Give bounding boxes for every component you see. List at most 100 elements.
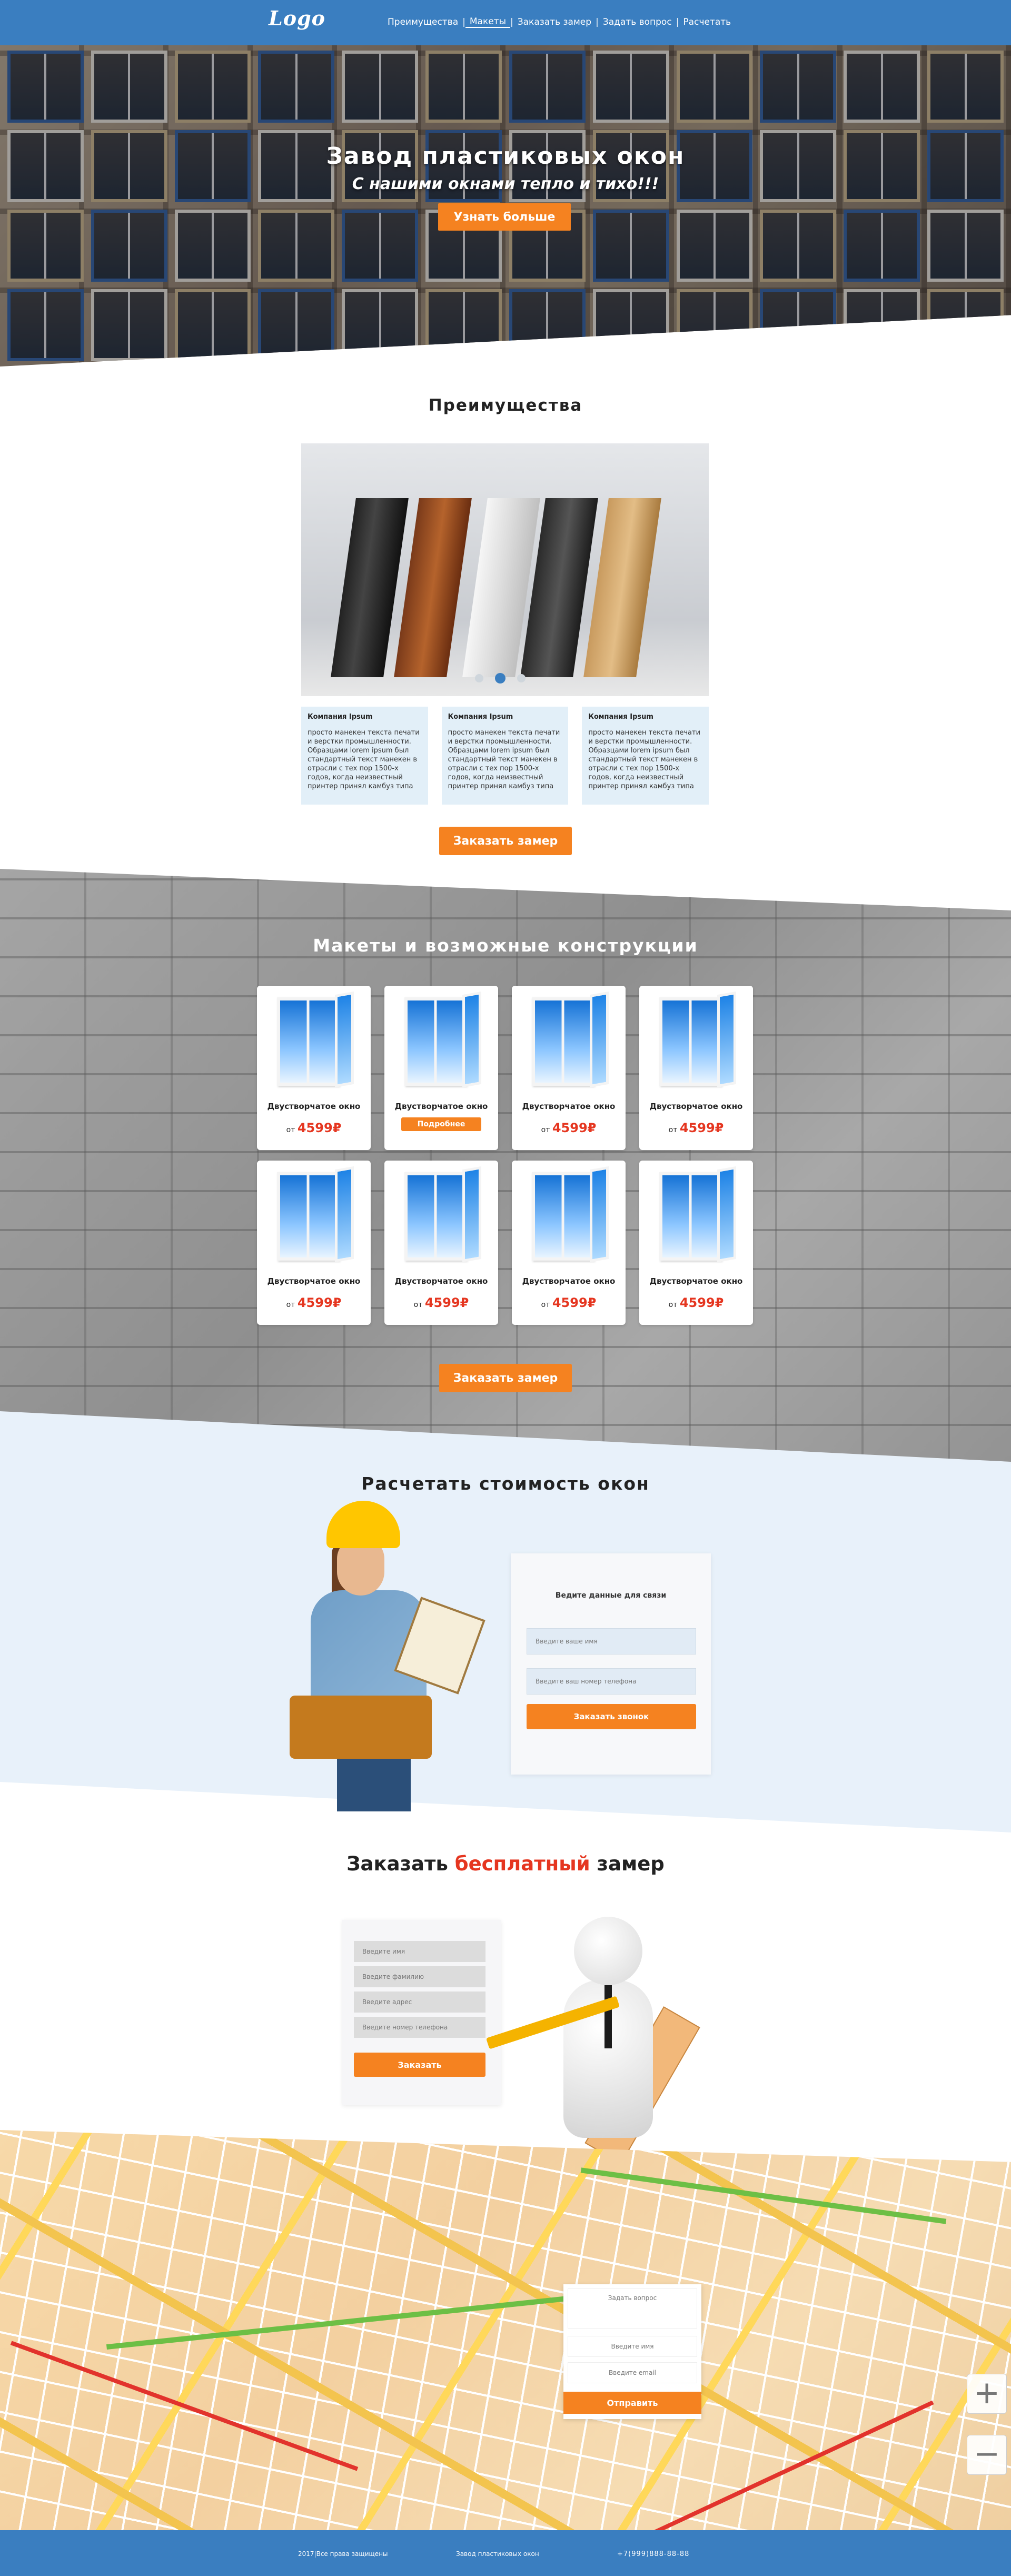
slider-dot[interactable] <box>475 674 483 682</box>
window-models-grid: Двустворчатое окно от 4599₽ Двустворчатое … <box>257 986 754 1325</box>
name-input[interactable] <box>527 1628 696 1654</box>
window-model-card[interactable]: Двустворчатое окно от 4599₽ <box>512 1161 626 1325</box>
site-header: Logo Преимущества | Макеты | Заказать за… <box>0 0 1011 45</box>
window-image <box>654 1166 738 1267</box>
window-model-name: Двустворчатое окно <box>394 1102 488 1111</box>
window-sash <box>462 991 481 1088</box>
window-sash <box>717 1166 736 1263</box>
price-currency: ₽ <box>332 1121 342 1135</box>
window-model-price: от 4599₽ <box>639 1295 753 1310</box>
hero-section: Завод пластиковых окон С нашими окнами т… <box>0 45 1011 366</box>
window-sash <box>462 1166 481 1263</box>
details-button[interactable]: Подробнее <box>401 1117 481 1131</box>
window-model-card[interactable]: Двустворчатое окно от 4599₽ <box>257 986 371 1150</box>
question-form: Отправить <box>563 2284 701 2419</box>
price-prefix: от <box>413 1301 423 1309</box>
first-name-input[interactable] <box>354 1941 485 1962</box>
advantage-card: Компания Ipsum просто манекен текста печ… <box>582 707 709 805</box>
tie-shape <box>604 1985 612 2048</box>
window-frame <box>277 997 339 1086</box>
advantage-card-title: Компания Ipsum <box>588 713 653 721</box>
price-prefix: от <box>286 1301 295 1309</box>
nav-separator: | <box>462 17 465 27</box>
hero-title: Завод пластиковых окон <box>326 143 685 170</box>
callback-form-label: Ведите данные для связи <box>555 1591 667 1600</box>
nav-order-measure[interactable]: Заказать замер <box>513 17 596 27</box>
phone-input[interactable] <box>354 2017 485 2038</box>
slider-dot-active[interactable] <box>495 673 506 683</box>
footer-company-name: Завод пластиковых окон <box>456 2550 539 2558</box>
map-road <box>580 2167 947 2224</box>
nav-ask-question[interactable]: Задать вопрос <box>599 17 676 27</box>
nav-advantages[interactable]: Преимущества <box>383 17 462 27</box>
advantages-slider[interactable] <box>301 443 709 696</box>
name-input[interactable] <box>568 2336 697 2357</box>
price-currency: ₽ <box>715 1295 724 1310</box>
window-frame <box>404 1172 467 1261</box>
map-road <box>646 2400 934 2530</box>
price-value: 4599 <box>679 1121 715 1135</box>
order-measure-button[interactable]: Заказать замер <box>439 827 572 855</box>
window-model-card[interactable]: Двустворчатое окно от 4599₽ <box>257 1161 371 1325</box>
window-sash <box>590 1166 609 1263</box>
advantage-cards: Компания Ipsum просто манекен текста печ… <box>301 707 709 805</box>
window-model-name: Двустворчатое окно <box>267 1276 361 1286</box>
order-measure-button[interactable]: Заказать замер <box>439 1364 572 1392</box>
order-button[interactable]: Заказать <box>354 2053 485 2077</box>
question-textarea[interactable] <box>568 2288 697 2329</box>
price-value: 4599 <box>297 1121 333 1135</box>
advantage-card-text: просто манекен текста печати и верстки п… <box>448 729 560 790</box>
site-footer: 2017|Все права защищены Завод пластиковы… <box>0 2530 1011 2576</box>
learn-more-button[interactable]: Узнать больше <box>438 203 571 231</box>
window-sash <box>335 1166 354 1263</box>
nav-calculate[interactable]: Расчетать <box>679 17 735 27</box>
window-image <box>399 991 483 1092</box>
window-model-price: от 4599₽ <box>257 1121 371 1135</box>
footer-phone[interactable]: +7(999)888-88-88 <box>617 2550 689 2558</box>
window-model-name: Двустворчатое окно <box>267 1102 361 1111</box>
nav-separator: | <box>596 17 599 27</box>
window-model-card[interactable]: Двустворчатое окно от 4599₽ <box>639 1161 753 1325</box>
phone-input[interactable] <box>527 1668 696 1695</box>
price-value: 4599 <box>552 1295 588 1310</box>
hero-subtitle: С нашими окнами тепло и тихо!!! <box>352 175 659 193</box>
price-prefix: от <box>286 1126 295 1134</box>
advantages-title: Преимущества <box>428 396 583 415</box>
tool-belt-shape <box>290 1696 432 1759</box>
window-frame <box>659 997 721 1086</box>
zoom-out-icon[interactable]: − <box>967 2435 1007 2475</box>
window-model-card[interactable]: Двустворчатое окно от 4599₽ <box>384 1161 498 1325</box>
window-model-name: Двустворчатое окно <box>649 1276 743 1286</box>
window-model-card[interactable]: Двустворчатое окно Подробнее <box>384 986 498 1150</box>
builder-woman-image <box>284 1501 495 1811</box>
send-button[interactable]: Отправить <box>563 2392 701 2414</box>
advantage-card-text: просто манекен текста печати и верстки п… <box>588 729 701 790</box>
window-image <box>272 1166 356 1267</box>
window-model-card[interactable]: Двустворчатое окно от 4599₽ <box>639 986 753 1150</box>
window-image <box>272 991 356 1092</box>
window-sash <box>590 991 609 1088</box>
map-road <box>106 2294 579 2350</box>
window-model-name: Двустворчатое окно <box>522 1276 616 1286</box>
window-frame <box>532 997 594 1086</box>
zoom-in-icon[interactable]: + <box>967 2374 1007 2414</box>
nav-separator: | <box>676 17 679 27</box>
nav-models[interactable]: Макеты <box>465 16 510 28</box>
map-road <box>10 2341 359 2471</box>
last-name-input[interactable] <box>354 1966 485 1987</box>
email-input[interactable] <box>568 2362 697 2383</box>
window-model-price: от 4599₽ <box>257 1295 371 1310</box>
slider-dot[interactable] <box>517 674 526 682</box>
price-currency: ₽ <box>715 1121 724 1135</box>
window-sash <box>335 991 354 1088</box>
address-input[interactable] <box>354 1992 485 2013</box>
price-currency: ₽ <box>332 1295 342 1310</box>
city-map[interactable] <box>0 2130 1011 2530</box>
window-image <box>399 1166 483 1267</box>
window-model-price: от 4599₽ <box>512 1295 626 1310</box>
request-call-button[interactable]: Заказать звонок <box>527 1704 696 1729</box>
logo[interactable]: Logo <box>269 6 325 30</box>
window-model-card[interactable]: Двустворчатое окно от 4599₽ <box>512 986 626 1150</box>
main-nav: Преимущества | Макеты | Заказать замер |… <box>383 16 735 28</box>
advantage-card: Компания Ipsum просто манекен текста печ… <box>301 707 428 805</box>
